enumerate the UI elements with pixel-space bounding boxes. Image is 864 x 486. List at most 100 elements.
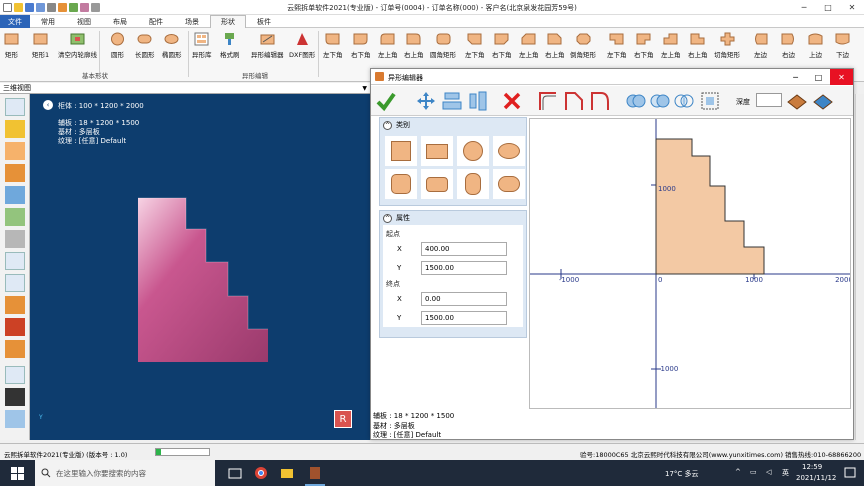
shape-round-rect[interactable] xyxy=(421,169,453,199)
shape-editor-button[interactable]: 异形编辑器 xyxy=(251,32,284,59)
taskbar-search[interactable]: 在这里输入你要搜索的内容 xyxy=(35,460,215,486)
confirm-check-icon[interactable] xyxy=(375,90,397,112)
chamfer-rect-button[interactable]: 倒角矩形 xyxy=(570,32,596,59)
clock-time[interactable]: 12:59 xyxy=(802,463,822,471)
display-mode-icon[interactable] xyxy=(5,388,25,406)
start-x-input[interactable]: 400.00 xyxy=(421,241,507,256)
start-y-input[interactable]: 1500.00 xyxy=(421,260,507,275)
depth-input[interactable] xyxy=(756,93,782,107)
tab-scene[interactable]: 场景 xyxy=(174,15,210,28)
hardware-icon[interactable] xyxy=(5,164,25,182)
corner-rect-icon[interactable] xyxy=(537,90,559,112)
close-icon[interactable]: ✕ xyxy=(830,69,853,85)
intersect-icon[interactable] xyxy=(673,90,695,112)
end-x-input[interactable]: 0.00 xyxy=(421,291,507,306)
notification-icon[interactable] xyxy=(843,466,857,480)
minimize-icon[interactable]: ─ xyxy=(784,69,807,85)
staircase-shape[interactable] xyxy=(655,138,765,275)
3d-viewport[interactable]: ‹ 柜体 : 100 * 1200 * 2000 辅板 : 18 * 1200 … xyxy=(30,94,370,440)
maximize-icon[interactable]: □ xyxy=(816,0,840,15)
dropdown-arrow-icon[interactable]: ▼ xyxy=(362,83,367,94)
maximize-icon[interactable]: □ xyxy=(807,69,830,85)
tab-board[interactable]: 板件 xyxy=(246,15,282,28)
shape-square[interactable] xyxy=(385,136,417,166)
move-icon[interactable] xyxy=(5,208,25,226)
tab-layout[interactable]: 布局 xyxy=(102,15,138,28)
round-rect-button[interactable]: 圆角矩形 xyxy=(430,32,456,59)
add-part-icon[interactable] xyxy=(5,142,25,160)
add-panel-icon[interactable] xyxy=(5,120,25,138)
shape-rectangle[interactable] xyxy=(421,136,453,166)
shape-horizontal-oval[interactable] xyxy=(493,169,525,199)
material-icon[interactable] xyxy=(5,296,25,314)
tab-common[interactable]: 常用 xyxy=(30,15,66,28)
round-corner-top-right-button[interactable]: 右上角 xyxy=(404,32,424,59)
chamfer-top-right-button[interactable]: 右上角 xyxy=(545,32,565,59)
move-arrows-icon[interactable] xyxy=(415,90,437,112)
tab-accessories[interactable]: 配件 xyxy=(138,15,174,28)
bottom-edge-button[interactable]: 下边 xyxy=(835,32,850,59)
shape-circle[interactable] xyxy=(457,136,489,166)
cut-top-left-button[interactable]: 左上角 xyxy=(661,32,681,59)
ellipse-button[interactable]: 椭圆形 xyxy=(162,32,182,59)
front-view-icon[interactable] xyxy=(5,252,25,270)
rect1-button[interactable]: 矩形1 xyxy=(32,32,49,59)
shape-vertical-oval[interactable] xyxy=(457,169,489,199)
tab-shape[interactable]: 形状 xyxy=(210,15,246,28)
delete-icon[interactable] xyxy=(501,90,523,112)
depth-groove-icon[interactable] xyxy=(812,90,834,112)
left-edge-button[interactable]: 左边 xyxy=(753,32,768,59)
side-view-icon[interactable] xyxy=(5,274,25,292)
zoom-icon[interactable] xyxy=(5,410,25,428)
rect-button[interactable]: 矩形 xyxy=(4,32,19,59)
shape-round-square[interactable] xyxy=(385,169,417,199)
end-y-input[interactable]: 1500.00 xyxy=(421,310,507,325)
windows-start-icon[interactable] xyxy=(11,467,24,480)
clock-date[interactable]: 2021/11/12 xyxy=(796,474,836,482)
cut-rect-button[interactable]: 切角矩形 xyxy=(714,32,740,59)
union-icon[interactable] xyxy=(625,90,647,112)
align-horizontal-icon[interactable] xyxy=(441,90,463,112)
minimize-icon[interactable]: ─ xyxy=(792,0,816,15)
tab-view[interactable]: 视图 xyxy=(66,15,102,28)
chamfer-bottom-left-button[interactable]: 左下角 xyxy=(465,32,485,59)
corner-chamfer-icon[interactable] xyxy=(563,90,585,112)
app-taskbar-icon[interactable] xyxy=(308,466,322,480)
shape-library-button[interactable]: 异形库 xyxy=(192,32,212,59)
rotate-icon[interactable] xyxy=(5,186,25,204)
measure-icon[interactable] xyxy=(5,340,25,358)
depth-board-icon[interactable] xyxy=(786,90,808,112)
subtract-icon[interactable] xyxy=(649,90,671,112)
round-corner-top-left-button[interactable]: 左上角 xyxy=(378,32,398,59)
main-scrollbar[interactable] xyxy=(855,94,864,440)
tab-file[interactable]: 文件 xyxy=(0,15,30,28)
fit-view-icon[interactable] xyxy=(699,90,721,112)
cut-bottom-right-button[interactable]: 右下角 xyxy=(634,32,654,59)
screen-icon[interactable] xyxy=(5,366,25,384)
cut-top-right-button[interactable]: 右上角 xyxy=(688,32,708,59)
long-circle-button[interactable]: 长圆形 xyxy=(135,32,155,59)
corner-diagonal-icon[interactable] xyxy=(589,90,611,112)
network-icon[interactable]: ▭ xyxy=(750,468,757,476)
tray-arrow-icon[interactable]: ^ xyxy=(735,468,741,476)
top-edge-button[interactable]: 上边 xyxy=(808,32,823,59)
circle-button[interactable]: 圆形 xyxy=(110,32,125,59)
right-edge-button[interactable]: 右边 xyxy=(781,32,796,59)
collapse-info-icon[interactable]: ‹ xyxy=(43,100,53,110)
link-icon[interactable] xyxy=(5,230,25,248)
color-icon[interactable] xyxy=(5,318,25,336)
weather[interactable]: 17°C 多云 xyxy=(665,469,699,479)
file-explorer-icon[interactable] xyxy=(280,466,294,480)
round-corner-bottom-right-button[interactable]: 右下角 xyxy=(351,32,371,59)
round-corner-bottom-left-button[interactable]: 左下角 xyxy=(323,32,343,59)
dxf-shape-button[interactable]: DXF图形 xyxy=(289,32,315,59)
chrome-icon[interactable] xyxy=(254,466,268,480)
volume-icon[interactable]: ◁ xyxy=(766,468,771,476)
input-language[interactable]: 英 xyxy=(782,468,789,478)
chamfer-top-left-button[interactable]: 左上角 xyxy=(519,32,539,59)
category-header[interactable]: ^ 类别 xyxy=(380,118,526,132)
cut-bottom-left-button[interactable]: 左下角 xyxy=(607,32,627,59)
align-vertical-icon[interactable] xyxy=(467,90,489,112)
format-brush-button[interactable]: 格式刷 xyxy=(220,32,240,59)
close-icon[interactable]: ✕ xyxy=(840,0,864,15)
